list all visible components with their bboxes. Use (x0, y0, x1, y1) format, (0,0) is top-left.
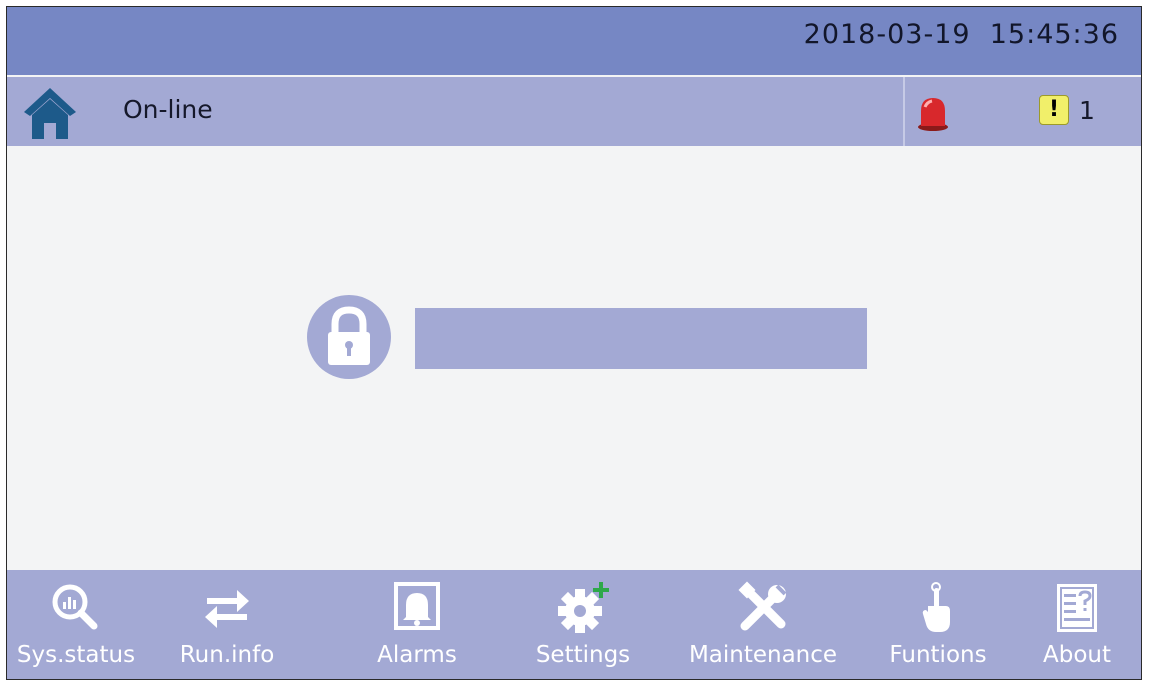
home-button[interactable] (21, 85, 79, 141)
nav-funtions[interactable]: Funtions (873, 570, 1003, 679)
main-content (7, 146, 1141, 570)
lock-button[interactable] (306, 294, 392, 380)
nav-alarms[interactable]: Alarms (347, 570, 487, 679)
hmi-screen: 2018-03-19 15:45:36 On-line ! 1 Sys.stat… (6, 6, 1142, 680)
nav-label: About (1042, 642, 1112, 668)
tools-icon (738, 581, 787, 631)
lock-icon (307, 295, 391, 379)
divider (903, 77, 905, 146)
home-icon (24, 88, 76, 139)
hand-pointer-icon (922, 582, 950, 632)
nav-settings[interactable]: Settings (513, 570, 653, 679)
bell-icon (394, 582, 440, 630)
top-bar: 2018-03-19 15:45:36 (7, 7, 1141, 75)
nav-maintenance[interactable]: Maintenance (673, 570, 853, 679)
nav-label: Funtions (889, 642, 987, 668)
date-text: 2018-03-19 (803, 19, 971, 50)
password-input[interactable] (415, 308, 867, 369)
nav-run-info[interactable]: Run.info (167, 570, 287, 679)
status-text: On-line (123, 95, 213, 124)
nav-sys-status[interactable]: Sys.status (11, 570, 141, 679)
nav-label: Run.info (179, 642, 275, 668)
datetime: 2018-03-19 15:45:36 (804, 19, 1119, 50)
gear-plus-icon (558, 582, 609, 633)
time-text: 15:45:36 (989, 19, 1119, 50)
nav-label: Sys.status (16, 642, 136, 668)
nav-label: Settings (535, 642, 631, 668)
warning-badge: ! (1039, 95, 1069, 125)
swap-arrows-icon (205, 590, 249, 628)
magnifier-chart-icon (52, 584, 98, 630)
nav-label: Maintenance (688, 642, 838, 668)
warning-count: 1 (1079, 96, 1095, 125)
nav-about[interactable]: About (1027, 570, 1127, 679)
document-icon (1057, 584, 1097, 632)
alarm-siren-button[interactable] (915, 93, 951, 133)
status-bar: On-line ! 1 (7, 77, 1141, 146)
bottom-nav: Sys.status Run.info Alarms Settings Main… (7, 570, 1141, 679)
siren-icon (918, 98, 948, 131)
nav-label: Alarms (377, 642, 457, 668)
